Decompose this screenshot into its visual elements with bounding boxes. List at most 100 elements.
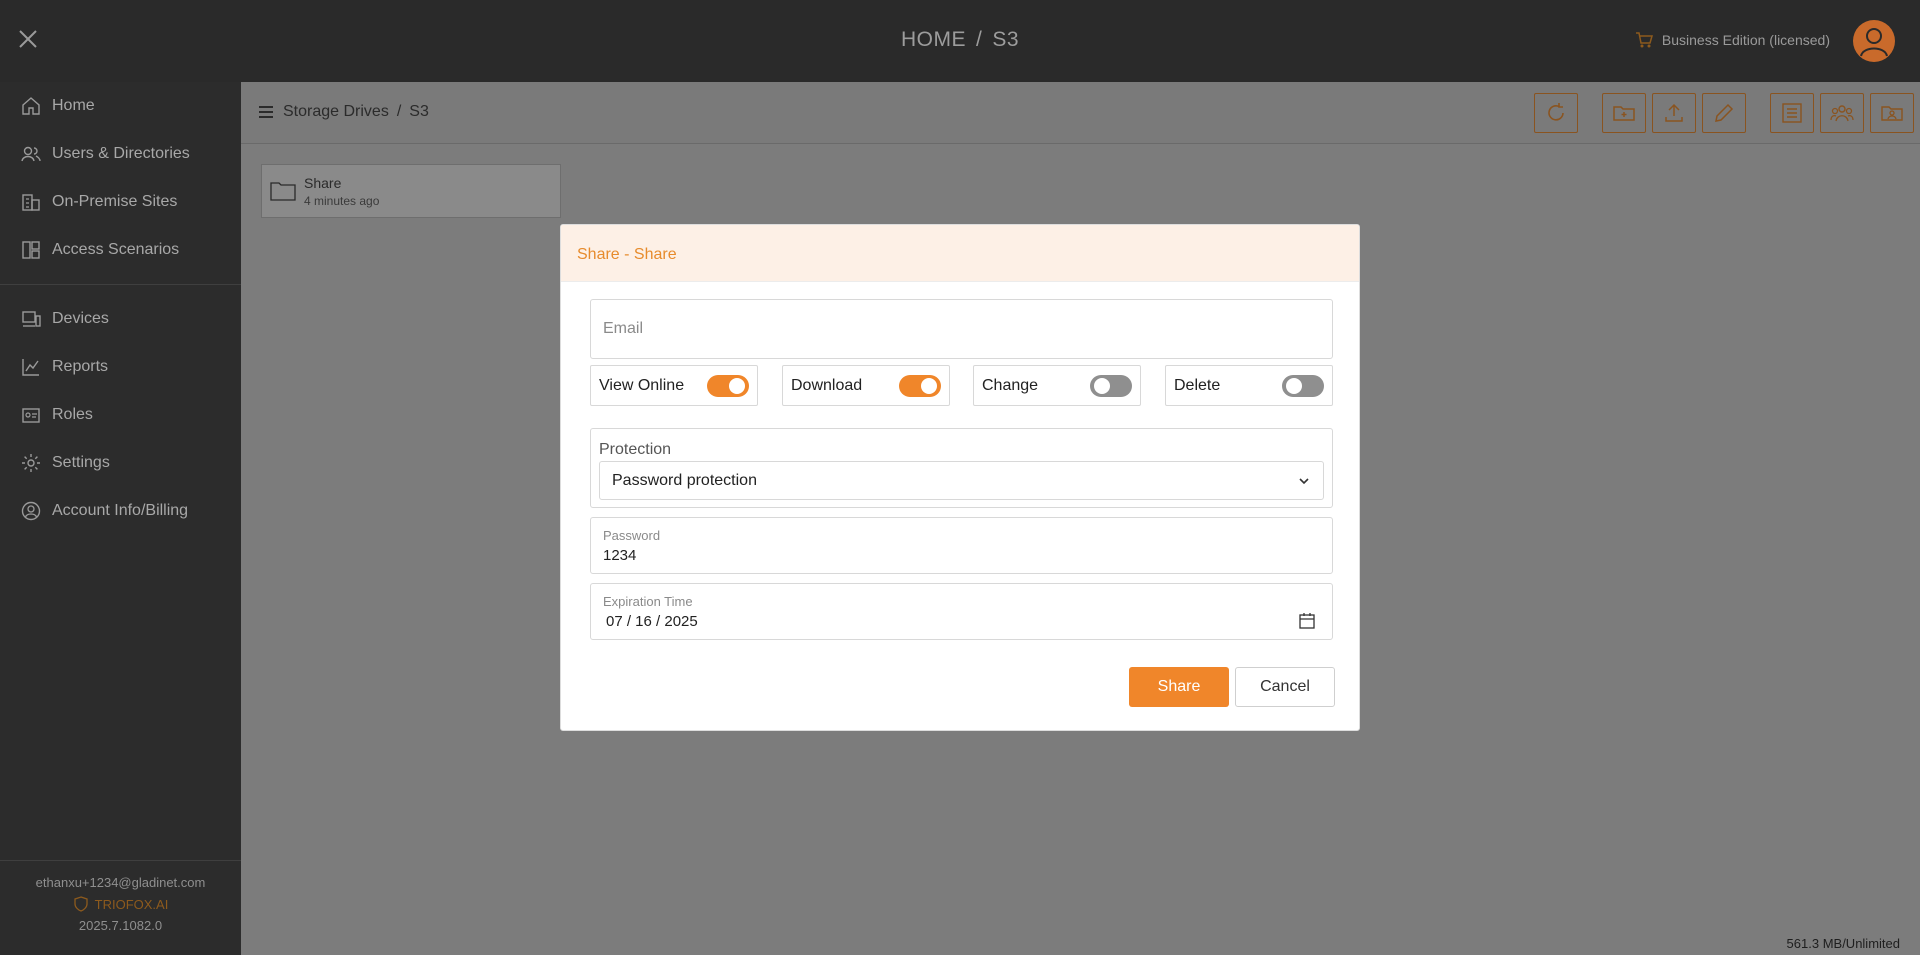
group-icon: [1830, 105, 1854, 122]
gear-icon: [22, 454, 40, 472]
change-toggle[interactable]: [1090, 374, 1132, 397]
permission-label: Download: [791, 376, 863, 394]
sidebar-item-on-premise-sites[interactable]: On-Premise Sites: [0, 178, 241, 226]
sidebar-item-home[interactable]: Home: [0, 82, 241, 130]
storage-usage: 561.3 MB/Unlimited: [1786, 936, 1900, 951]
permission-delete: Delete: [1165, 365, 1333, 406]
shield-icon: [74, 896, 88, 912]
edition-info[interactable]: Business Edition (licensed): [1634, 30, 1830, 50]
password-value: 1234: [603, 547, 637, 564]
dialog-title: Share - Share: [561, 225, 1359, 282]
folder-name: Share: [304, 174, 342, 191]
list-menu-icon[interactable]: [257, 103, 275, 121]
folder-plus-icon: [1613, 106, 1635, 121]
download-toggle[interactable]: [899, 374, 941, 397]
breadcrumb-root[interactable]: Storage Drives: [283, 103, 389, 121]
nav-group-main: Home Users & Directories On-Premise Site…: [0, 82, 241, 285]
devices-icon: [22, 311, 41, 327]
sidebar-item-label: Roles: [52, 406, 93, 423]
sidebar-item-label: Settings: [52, 454, 110, 471]
share-dialog: Share - Share View Online Download Chang…: [560, 224, 1360, 731]
nav-group-admin: Devices Reports Roles Settings Account I…: [0, 285, 241, 545]
expiration-value: 07 / 16 / 2025: [606, 613, 698, 630]
folder-icon: [270, 182, 296, 201]
upload-button[interactable]: [1652, 93, 1696, 133]
refresh-button[interactable]: [1534, 93, 1578, 133]
sidebar-footer: ethanxu+1234@gladinet.com TRIOFOX.AI 202…: [0, 860, 241, 955]
list-view-button[interactable]: [1770, 93, 1814, 133]
sidebar-item-label: Access Scenarios: [52, 241, 180, 258]
top-breadcrumb: HOME / S3: [0, 28, 1920, 52]
protection-select[interactable]: Password protection: [599, 461, 1324, 500]
folder-users-button[interactable]: [1870, 93, 1914, 133]
brand-name: TRIOFOX.AI: [94, 896, 169, 912]
chevron-down-icon: [1299, 477, 1309, 484]
folder-modified-time: 4 minutes ago: [304, 193, 380, 208]
sidebar-item-label: Users & Directories: [52, 145, 190, 162]
team-share-button[interactable]: [1820, 93, 1864, 133]
sidebar-item-roles[interactable]: Roles: [0, 391, 241, 439]
crumb-separator: /: [975, 28, 983, 51]
permission-label: View Online: [599, 376, 685, 394]
sidebar-item-label: Home: [52, 97, 95, 114]
expiration-field[interactable]: Expiration Time 07 / 16 / 2025: [590, 583, 1333, 640]
breadcrumb-current: S3: [409, 103, 429, 120]
sidebar-item-reports[interactable]: Reports: [0, 343, 241, 391]
app-version: 2025.7.1082.0: [78, 918, 163, 933]
cancel-button[interactable]: Cancel: [1235, 667, 1335, 707]
expiration-label: Expiration Time: [603, 594, 693, 609]
sidebar-item-access-scenarios[interactable]: Access Scenarios: [0, 226, 241, 274]
view-online-toggle[interactable]: [707, 374, 749, 397]
permission-label: Delete: [1174, 376, 1221, 394]
new-folder-button[interactable]: [1602, 93, 1646, 133]
breadcrumb: Storage Drives / S3: [257, 103, 429, 121]
sidebar-item-users[interactable]: Users & Directories: [0, 130, 241, 178]
folder-info: Share 4 minutes ago: [304, 175, 379, 208]
brand-logo: TRIOFOX.AI: [0, 896, 241, 912]
user-avatar-icon: [1860, 28, 1888, 57]
delete-toggle[interactable]: [1282, 374, 1324, 397]
folder-item-share[interactable]: Share 4 minutes ago: [261, 164, 561, 218]
users-icon: [21, 146, 41, 162]
sidebar-item-label: Account Info/Billing: [52, 502, 189, 519]
permission-label: Change: [982, 376, 1039, 394]
crumb-current: S3: [992, 28, 1020, 51]
permission-change: Change: [973, 365, 1141, 406]
building-icon: [22, 194, 40, 211]
permission-view-online: View Online: [590, 365, 758, 406]
toolbar: [1534, 93, 1914, 133]
home-icon: [22, 97, 40, 115]
permission-download: Download: [782, 365, 950, 406]
breadcrumb-separator: /: [396, 103, 402, 120]
account-icon: [21, 501, 41, 521]
main-header: Storage Drives / S3: [241, 82, 1920, 144]
crumb-home[interactable]: HOME: [901, 28, 966, 51]
badge-icon: [22, 408, 40, 423]
protection-label: Protection: [599, 441, 672, 458]
top-header: HOME / S3 Business Edition (licensed): [0, 0, 1920, 82]
email-field-wrapper: [590, 299, 1333, 359]
password-label: Password: [603, 528, 661, 543]
edit-button[interactable]: [1702, 93, 1746, 133]
sidebar-item-account-billing[interactable]: Account Info/Billing: [0, 487, 241, 535]
sidebar-item-label: On-Premise Sites: [52, 193, 178, 210]
sidebar-item-label: Reports: [52, 358, 109, 375]
calendar-icon[interactable]: [1298, 612, 1316, 630]
cart-icon: [1635, 32, 1653, 48]
sidebar-item-settings[interactable]: Settings: [0, 439, 241, 487]
password-field[interactable]: Password 1234: [590, 517, 1333, 574]
folder-user-icon: [1881, 106, 1903, 121]
share-button[interactable]: Share: [1129, 667, 1229, 707]
email-input[interactable]: [591, 300, 1332, 358]
pencil-icon: [1715, 103, 1734, 122]
refresh-icon: [1548, 103, 1564, 121]
chart-icon: [22, 359, 39, 376]
edition-label: Business Edition (licensed): [1661, 32, 1830, 48]
protection-selected-value: Password protection: [612, 471, 757, 489]
avatar[interactable]: [1853, 20, 1895, 62]
user-email: ethanxu+1234@gladinet.com: [35, 875, 206, 890]
layout-icon: [22, 241, 40, 259]
protection-field: Protection Password protection: [590, 428, 1333, 508]
sidebar-item-label: Devices: [52, 310, 109, 327]
sidebar-item-devices[interactable]: Devices: [0, 295, 241, 343]
